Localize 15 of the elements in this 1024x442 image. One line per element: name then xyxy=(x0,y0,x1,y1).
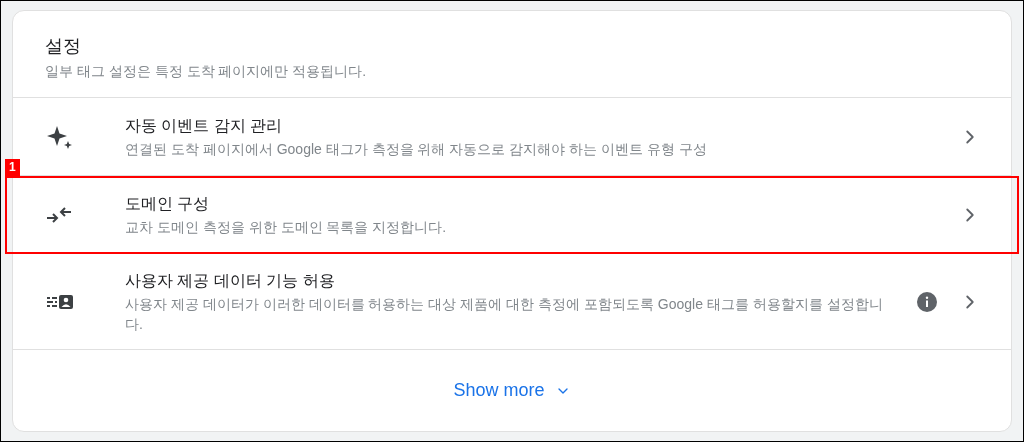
card-title: 설정 xyxy=(45,35,82,58)
info-icon[interactable] xyxy=(917,291,937,312)
row-description: 연결된 도착 페이지에서 Google 태그가 측정을 위해 자동으로 감지해야 하는 이벤트 유형 구성 xyxy=(125,139,708,159)
converging-arrows-icon xyxy=(47,206,71,223)
row-title: 사용자 제공 데이터 기능 허용 xyxy=(125,270,336,291)
row-title: 자동 이벤트 감지 관리 xyxy=(125,115,284,136)
show-more-button[interactable]: Show more xyxy=(441,369,583,412)
row-description: 사용자 제공 데이터가 이러한 데이터를 허용하는 대상 제품에 대한 측정에 포함되도록 Google 태그를 허용할지를 설정합니다. xyxy=(125,294,884,334)
settings-row[interactable]: 사용자 제공 데이터 기능 허용 사용자 제공 데이터가 이러한 데이터를 허용하는 대상 제품에 대한 측정에 포함되도록 Google 태그를 허용할지를 설정합니다. xyxy=(13,254,1011,350)
card-subtitle: 일부 태그 설정은 특정 도착 페이지에만 적용됩니다. xyxy=(45,62,368,81)
user-data-icon xyxy=(47,293,73,310)
row-description: 교차 도메인 측정을 위한 도메인 목록을 지정합니다. xyxy=(125,217,448,237)
annotation-number: 1 xyxy=(5,159,20,176)
row-title: 도메인 구성 xyxy=(125,193,211,214)
settings-row[interactable]: 도메인 구성 교차 도메인 측정을 위한 도메인 목록을 지정합니다. xyxy=(13,176,1011,254)
